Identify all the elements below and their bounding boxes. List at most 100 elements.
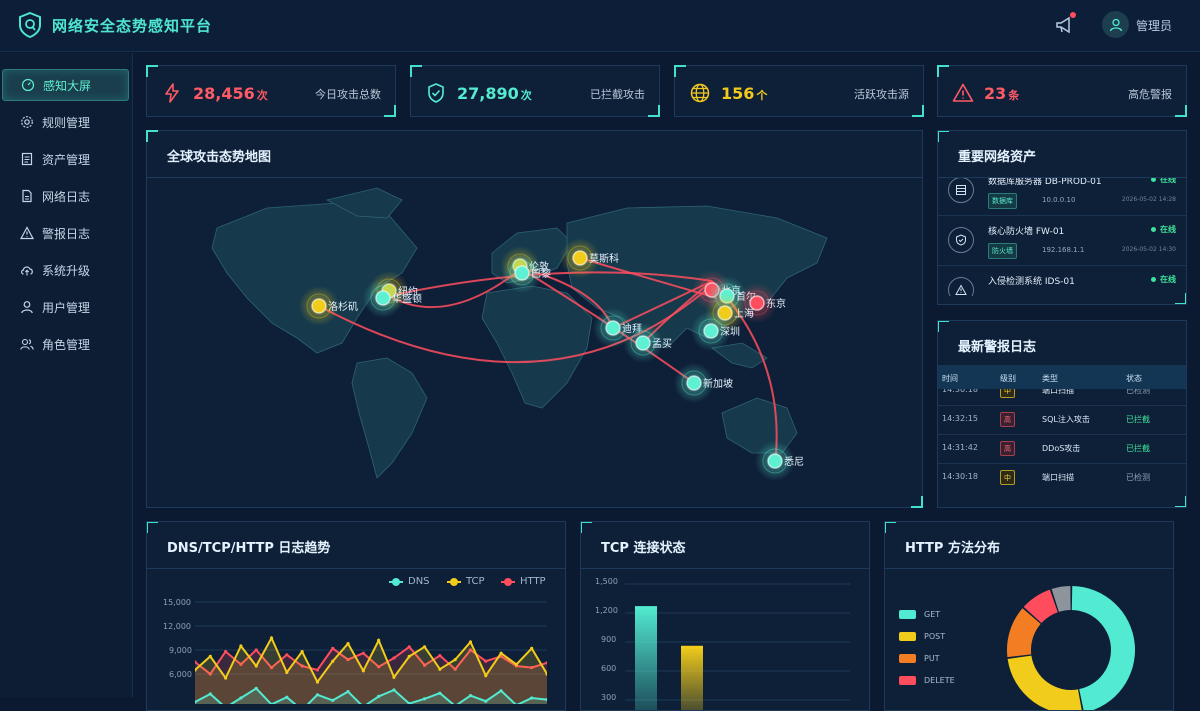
legend-dns[interactable]: DNS <box>389 576 430 587</box>
alert-time: 14:30:18 <box>942 472 978 481</box>
attack-map-card: 全球攻击态势地图 洛杉矶纽约华盛顿伦敦巴 <box>146 130 923 508</box>
stat-label: 已拦截攻击 <box>590 86 645 102</box>
data-point <box>438 654 441 657</box>
city-dot <box>704 324 718 338</box>
city-label: 上海 <box>734 307 754 320</box>
legend-get[interactable]: GET <box>899 610 940 619</box>
alert-row[interactable]: 14:32:15高SQL注入攻击已拦截 <box>938 406 1186 435</box>
pie-slice-post <box>1008 656 1083 711</box>
card-title: 最新警报日志 <box>958 336 1036 355</box>
asset-row[interactable]: 入侵检测系统 IDS-01 在线 <box>938 266 1186 296</box>
data-point <box>285 671 288 674</box>
y-tick: 600 <box>601 664 616 673</box>
city-dot <box>515 266 529 280</box>
tcp-bar-chart[interactable] <box>625 581 855 711</box>
city-dot <box>606 321 620 335</box>
alert-type: 端口扫描 <box>1042 389 1074 396</box>
assets-card: 重要网络资产 数据库服务器 DB-PROD-01 在线 数据库 10.0.0.1… <box>937 130 1187 305</box>
sidebar-item-label: 资产管理 <box>42 151 90 168</box>
alert-triangle-icon <box>952 82 974 104</box>
alert-level-badge: 中 <box>1000 470 1015 485</box>
alert-status: 已检测 <box>1126 472 1150 483</box>
app-title: 网络安全态势感知平台 <box>52 15 212 36</box>
city-label: 华盛顿 <box>392 292 422 305</box>
alert-row[interactable]: 14:31:42高DDoS攻击已拦截 <box>938 435 1186 464</box>
asset-row[interactable]: 核心防火墙 FW-01 在线 防火墙 192.168.1.1 2026-05-0… <box>938 216 1186 266</box>
data-point <box>408 655 411 658</box>
user-icon <box>20 300 34 314</box>
alert-time: 14:31:42 <box>942 443 978 452</box>
city-dot <box>636 336 650 350</box>
shield-icon <box>948 227 974 253</box>
asset-list[interactable]: 数据库服务器 DB-PROD-01 在线 数据库 10.0.0.10 2026-… <box>938 178 1186 296</box>
data-point <box>423 645 426 648</box>
data-point <box>454 658 457 661</box>
warning-icon <box>20 226 34 240</box>
sidebar-item-users[interactable]: 用户管理 <box>2 291 129 323</box>
alert-list[interactable]: 14:30:18中端口扫描已检测14:32:15高SQL注入攻击已拦截14:31… <box>938 389 1186 491</box>
notification-dot <box>1070 12 1076 18</box>
alert-row[interactable]: 14:30:18 中 端口扫描 已检测 <box>938 464 1186 491</box>
city-marker[interactable]: 悉尼 <box>755 441 804 481</box>
alert-level-badge: 高 <box>1000 441 1015 456</box>
shield-check-icon <box>425 82 447 104</box>
stat-value: 27,890次 <box>457 84 532 103</box>
tcp-bar-cap <box>635 606 657 609</box>
log-trend-card: DNS/TCP/HTTP 日志趋势 DNS TCP HTTP 15,000 12… <box>146 521 566 711</box>
alert-status: 已拦截 <box>1126 414 1150 425</box>
city-dot <box>312 299 326 313</box>
gear-icon <box>20 115 34 129</box>
data-point <box>255 687 258 690</box>
city-label: 孟买 <box>652 338 672 350</box>
header-type: 类型 <box>1042 373 1058 384</box>
data-point <box>499 652 502 655</box>
city-dot <box>687 376 701 390</box>
legend-delete[interactable]: DELETE <box>899 676 955 685</box>
asset-row[interactable]: 数据库服务器 DB-PROD-01 在线 数据库 10.0.0.10 2026-… <box>938 178 1186 216</box>
data-point <box>285 696 288 699</box>
legend-put[interactable]: PUT <box>899 654 940 663</box>
alert-row[interactable]: 14:30:18中端口扫描已检测 <box>938 389 1186 406</box>
http-donut-chart[interactable] <box>995 586 1165 711</box>
log-trend-chart[interactable] <box>195 594 547 704</box>
globe-icon <box>689 82 711 104</box>
y-tick: 9,000 <box>169 646 192 655</box>
data-point <box>316 693 319 696</box>
city-marker[interactable]: 华盛顿 <box>363 278 422 318</box>
sidebar: 感知大屏 规则管理 资产管理 网络日志 警报日志 系统升级 用户管理 角色管理 <box>0 53 133 697</box>
asset-name: 数据库服务器 DB-PROD-01 <box>988 178 1102 187</box>
sidebar-item-upgrade[interactable]: 系统升级 <box>2 254 129 286</box>
legend-tcp[interactable]: TCP <box>447 576 485 587</box>
sidebar-item-alert-log[interactable]: 警报日志 <box>2 217 129 249</box>
legend-post[interactable]: POST <box>899 632 945 641</box>
user-name[interactable]: 管理员 <box>1136 17 1172 34</box>
data-point <box>392 656 395 659</box>
user-icon <box>1109 18 1123 32</box>
data-point <box>239 644 242 647</box>
card-title: DNS/TCP/HTTP 日志趋势 <box>167 537 330 556</box>
header-time: 时间 <box>942 373 958 384</box>
sidebar-item-network-log[interactable]: 网络日志 <box>2 180 129 212</box>
legend-http[interactable]: HTTP <box>501 576 546 587</box>
data-point <box>362 669 365 672</box>
world-map[interactable]: 洛杉矶纽约华盛顿伦敦巴黎莫斯科迪拜孟买北京首尔东京上海深圳新加坡悉尼 <box>147 178 922 507</box>
alert-level-badge: 高 <box>1000 412 1015 427</box>
data-point <box>285 653 288 656</box>
data-point <box>484 660 487 663</box>
avatar[interactable] <box>1102 11 1129 38</box>
sidebar-item-assets[interactable]: 资产管理 <box>2 143 129 175</box>
sidebar-item-label: 用户管理 <box>42 299 90 316</box>
sidebar-item-roles[interactable]: 角色管理 <box>2 328 129 360</box>
alert-type: 端口扫描 <box>1042 472 1074 483</box>
asset-status: 在线 <box>1151 224 1176 235</box>
city-dot <box>750 296 764 310</box>
asset-ip: 10.0.0.10 <box>1042 196 1075 204</box>
sidebar-item-dashboard[interactable]: 感知大屏 <box>2 69 129 101</box>
sidebar-item-rules[interactable]: 规则管理 <box>2 106 129 138</box>
sidebar-item-label: 网络日志 <box>42 188 90 205</box>
data-point <box>438 692 441 695</box>
data-point <box>530 647 533 650</box>
city-label: 悉尼 <box>784 456 804 468</box>
city-marker[interactable]: 新加坡 <box>674 363 733 403</box>
data-point <box>408 645 411 648</box>
